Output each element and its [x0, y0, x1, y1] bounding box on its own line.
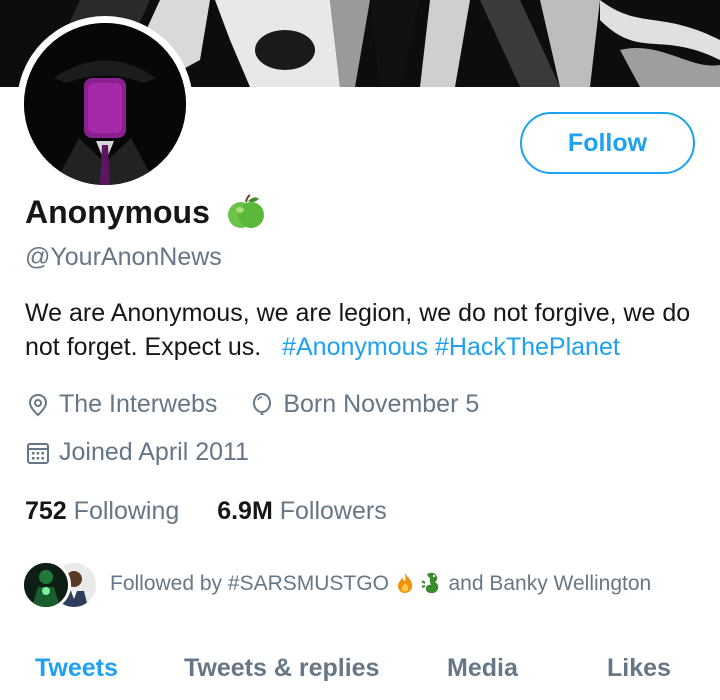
- tab-likes[interactable]: Likes: [607, 648, 671, 688]
- followers-link[interactable]: 6.9M Followers: [217, 497, 387, 525]
- tab-tweets[interactable]: Tweets: [35, 648, 118, 688]
- profile-birthday: Born November 5: [283, 390, 480, 418]
- followed-by-row[interactable]: Followed by #SARSMUSTGO and Banky Wellin…: [21, 560, 711, 610]
- follower-avatar-1: [21, 560, 71, 610]
- followed-by-suffix: and Banky Wellington: [448, 572, 652, 595]
- following-count: 752: [25, 497, 67, 525]
- green-apple-emoji: [228, 194, 264, 228]
- hashtag-link[interactable]: #HackThePlanet: [435, 333, 620, 361]
- profile-meta-location-row: The Interwebs Born November 5: [25, 387, 479, 421]
- dragon-emoji: [421, 572, 438, 594]
- following-label: Following: [73, 497, 180, 525]
- followers-label: Followers: [279, 497, 387, 525]
- profile-joined: Joined April 2011: [59, 438, 249, 466]
- followed-by-text: Followed by #SARSMUSTGO and Banky Wellin…: [110, 570, 651, 598]
- profile-stats: 752 Following 6.9M Followers: [25, 494, 387, 528]
- following-link[interactable]: 752 Following: [25, 497, 179, 525]
- tab-tweets-and-replies[interactable]: Tweets & replies: [184, 648, 379, 688]
- followers-count: 6.9M: [217, 497, 273, 525]
- profile-meta-joined-row: Joined April 2011: [25, 435, 249, 469]
- location-pin-icon: [28, 394, 48, 417]
- avatar-image: [24, 23, 186, 185]
- followed-by-prefix: Followed by: [110, 572, 223, 595]
- tab-media[interactable]: Media: [447, 648, 518, 688]
- profile-tabs: Tweets Tweets & replies Media Likes: [0, 648, 720, 700]
- profile-bio: We are Anonymous, we are legion, we do n…: [25, 296, 705, 364]
- hashtag-link[interactable]: #Anonymous: [282, 333, 428, 361]
- profile-handle: @YourAnonNews: [25, 243, 222, 271]
- followed-by-first: #SARSMUSTGO: [227, 572, 389, 595]
- fire-emoji: [397, 573, 412, 593]
- calendar-icon: [27, 443, 49, 465]
- display-name: Anonymous: [25, 194, 210, 230]
- profile-location: The Interwebs: [59, 390, 218, 418]
- follow-button[interactable]: Follow: [520, 112, 695, 174]
- balloon-icon: [253, 393, 272, 416]
- profile-avatar[interactable]: [17, 16, 193, 192]
